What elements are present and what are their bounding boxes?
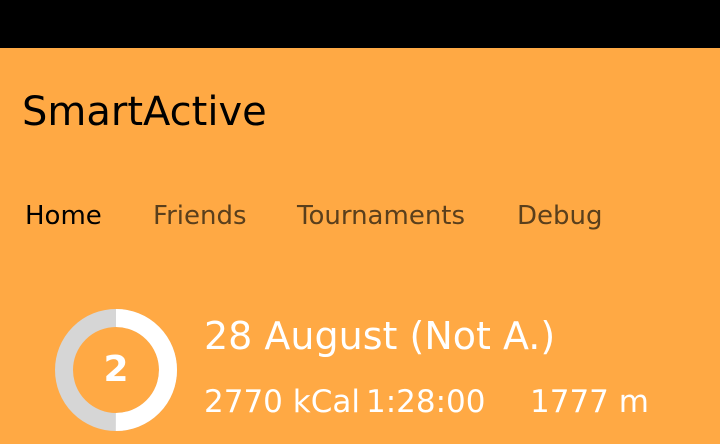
app-title: SmartActive [22,89,267,135]
tab-friends[interactable]: Friends [153,196,247,236]
pivot-tabs: Home Friends Tournaments Debug [0,196,720,236]
distance-value: 1777 m [530,384,649,420]
tab-debug[interactable]: Debug [517,196,603,236]
tab-home[interactable]: Home [25,196,102,236]
day-list-item[interactable]: 2 28 August (Not A.) 2770 kCal 1:28:00 1… [0,300,720,444]
day-title: 28 August (Not A.) [204,314,556,358]
day-number: 2 [103,349,129,390]
calories-value: 2770 kCal [204,384,360,420]
status-bar [0,0,720,48]
tab-tournaments[interactable]: Tournaments [297,196,465,236]
progress-ring: 2 [54,308,178,432]
duration-value: 1:28:00 [366,384,486,420]
